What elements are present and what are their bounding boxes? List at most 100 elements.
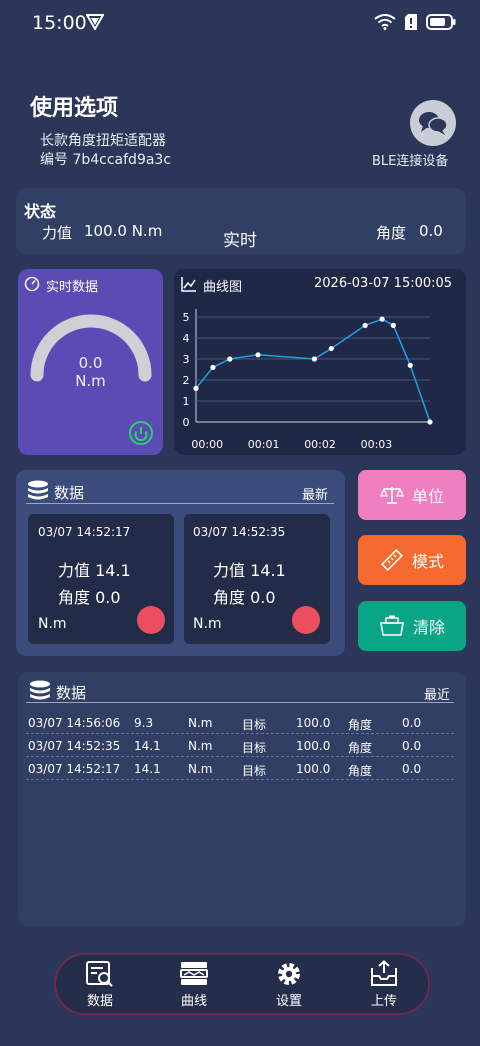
gear-icon — [278, 963, 300, 985]
nav-curve[interactable]: 曲线 — [164, 960, 224, 1009]
realtime-title: 实时数据 — [46, 280, 99, 295]
entry-time: 03/07 14:52:35 — [193, 525, 286, 539]
curve-icon — [180, 962, 208, 985]
history-force: 14.1 — [134, 762, 161, 776]
history-target-label: 目标 — [242, 741, 267, 755]
history-row[interactable]: 03/07 14:52:35 14.1 N.m 目标 100.0 角度 0.0 — [26, 735, 454, 757]
history-time: 03/07 14:56:06 — [28, 716, 121, 730]
clear-button[interactable]: 清除 — [358, 601, 466, 651]
clear-box-icon — [380, 615, 404, 636]
nav-data-label: 数据 — [86, 994, 113, 1009]
history-angle-label: 角度 — [348, 718, 373, 732]
data-point — [210, 364, 216, 370]
gauge-icon — [24, 276, 40, 296]
history-angle: 0.0 — [402, 739, 422, 753]
nav-settings[interactable]: 设置 — [259, 960, 319, 1009]
data-point — [379, 316, 385, 322]
entry-unit: N.m — [193, 616, 222, 632]
unit-button[interactable]: 单位 — [358, 470, 466, 520]
data-point — [362, 322, 368, 328]
nav-curve-label: 曲线 — [180, 994, 207, 1009]
line-chart: 0 1 2 3 4 5 00:00 00:01 00:02 00:03 — [183, 309, 433, 451]
realtime-unit: N.m — [75, 372, 106, 390]
x-tick-label: 00:00 — [191, 438, 223, 451]
y-tick-label: 0 — [183, 416, 190, 429]
mode-button-label: 模式 — [411, 552, 444, 571]
battery-icon — [426, 14, 456, 34]
y-tick-label: 3 — [183, 353, 190, 366]
clear-button-label: 清除 — [412, 618, 445, 637]
history-title: 数据 — [56, 684, 87, 702]
y-tick-label: 1 — [183, 395, 190, 408]
history-angle-label: 角度 — [348, 764, 373, 778]
history-row[interactable]: 03/07 14:56:06 9.3 N.m 目标 100.0 角度 0.0 — [26, 712, 454, 734]
nav-settings-label: 设置 — [275, 994, 302, 1009]
history-unit: N.m — [188, 739, 213, 753]
entry-force: 力值 14.1 — [58, 561, 131, 580]
data-point — [407, 362, 413, 368]
data-point — [427, 419, 433, 425]
history-target: 100.0 — [296, 762, 331, 776]
nav-upload[interactable]: 上传 — [354, 960, 414, 1009]
history-force: 9.3 — [134, 716, 154, 730]
status-bar: 15:00 — [0, 0, 480, 48]
nav-data[interactable]: 数据 — [70, 960, 130, 1009]
history-time: 03/07 14:52:17 — [28, 762, 121, 776]
data-search-icon — [86, 961, 113, 987]
ble-connect-label[interactable]: BLE连接设备 — [372, 150, 448, 169]
data-point — [227, 356, 233, 362]
mode-button[interactable]: 模式 — [358, 535, 466, 585]
chat-bubbles-icon — [419, 112, 448, 135]
status-title: 状态 — [24, 202, 57, 221]
device-id: 编号 7b4ccafd9a3c — [40, 152, 172, 168]
history-row[interactable]: 03/07 14:52:17 14.1 N.m 目标 100.0 角度 0.0 — [26, 758, 454, 780]
line-chart-icon — [181, 276, 197, 296]
record-dot[interactable] — [137, 606, 165, 634]
entry-angle: 角度 0.0 — [213, 588, 276, 607]
y-tick-label: 5 — [183, 311, 190, 324]
chart-title: 曲线图 — [203, 280, 243, 295]
wifi-icon — [374, 14, 396, 34]
divider — [26, 702, 454, 703]
latest-data-tag: 最新 — [302, 488, 329, 503]
history-target: 100.0 — [296, 739, 331, 753]
history-angle: 0.0 — [402, 716, 422, 730]
status-icons — [374, 13, 456, 35]
status-mode: 实时 — [223, 231, 257, 251]
x-tick-label: 00:01 — [248, 438, 280, 451]
record-dot[interactable] — [292, 606, 320, 634]
data-point — [193, 385, 199, 391]
x-tick-label: 00:03 — [361, 438, 393, 451]
status-time: 15:00 — [32, 12, 87, 34]
page-title: 使用选项 — [30, 96, 119, 121]
entry-force: 力值 14.1 — [213, 561, 286, 580]
history-angle: 0.0 — [402, 762, 422, 776]
sim-alert-icon — [404, 13, 418, 35]
history-force: 14.1 — [134, 739, 161, 753]
status-force-value: 100.0 N.m — [84, 222, 163, 240]
status-force-label: 力值 — [42, 224, 73, 242]
status-angle-label: 角度 — [376, 224, 407, 242]
ble-connect-button[interactable] — [410, 100, 456, 146]
scale-icon — [379, 487, 404, 504]
data-point — [311, 356, 318, 362]
history-angle-label: 角度 — [348, 741, 373, 755]
data-point — [255, 352, 261, 358]
entry-time: 03/07 14:52:17 — [38, 525, 131, 539]
history-target: 100.0 — [296, 716, 331, 730]
history-time: 03/07 14:52:35 — [28, 739, 121, 753]
data-point — [390, 322, 396, 328]
series-line — [195, 318, 431, 423]
x-tick-label: 00:02 — [304, 438, 336, 451]
data-point — [328, 345, 334, 352]
vpn-icon — [85, 14, 105, 34]
upload-icon — [371, 960, 397, 986]
history-unit: N.m — [188, 716, 213, 730]
power-button[interactable] — [128, 420, 154, 450]
nav-upload-label: 上传 — [370, 994, 397, 1009]
y-tick-label: 2 — [183, 374, 190, 387]
device-name: 长款角度扭矩适配器 — [40, 133, 166, 149]
ruler-icon — [380, 548, 404, 572]
history-unit: N.m — [188, 762, 213, 776]
status-angle-value: 0.0 — [419, 222, 443, 240]
